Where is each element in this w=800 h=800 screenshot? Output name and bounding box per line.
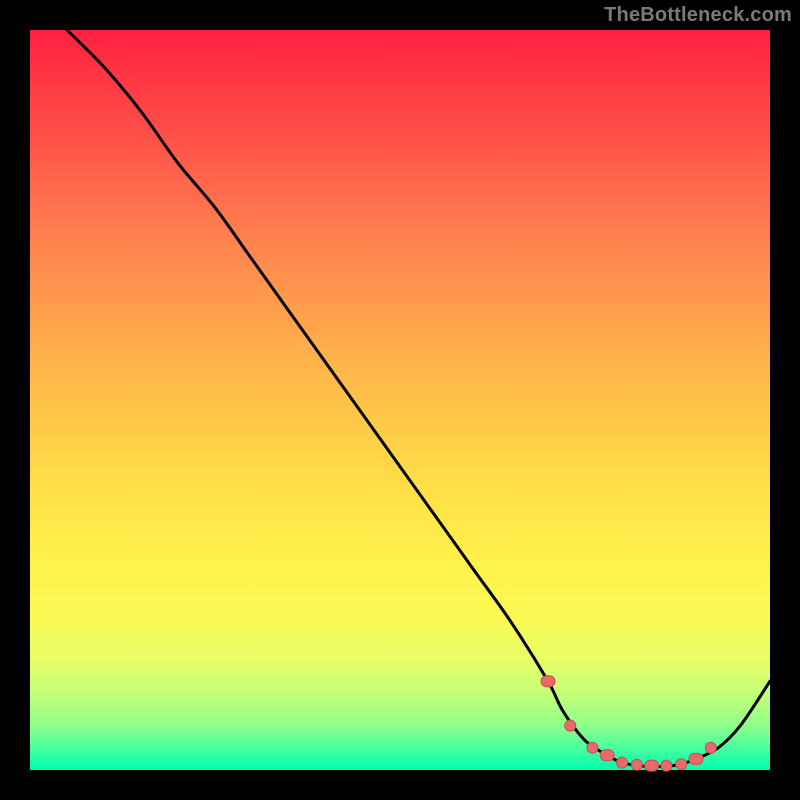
curve-marker [661, 760, 672, 771]
curve-marker [645, 760, 659, 771]
curve-marker [631, 759, 642, 770]
curve-marker-group [541, 676, 716, 771]
curve-marker [689, 753, 703, 764]
curve-marker [541, 676, 555, 687]
bottleneck-curve-svg [30, 30, 770, 770]
watermark-text: TheBottleneck.com [604, 4, 792, 27]
chart-frame: TheBottleneck.com [0, 0, 800, 800]
plot-area [30, 30, 770, 770]
curve-marker [565, 720, 576, 731]
curve-marker [587, 742, 598, 753]
curve-marker [705, 742, 716, 753]
curve-marker [600, 750, 614, 761]
bottleneck-curve-line [67, 30, 770, 767]
curve-marker [676, 759, 687, 770]
curve-marker [617, 757, 628, 768]
